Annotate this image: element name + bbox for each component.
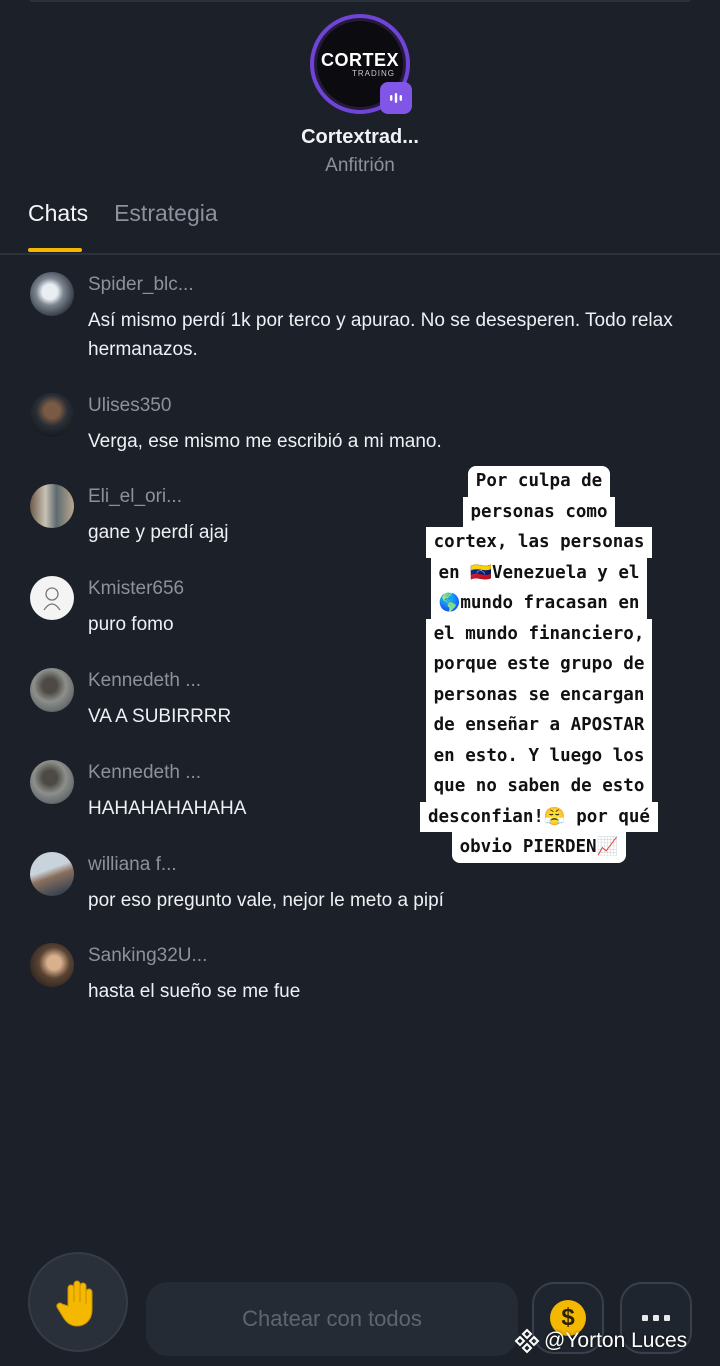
more-icon: [642, 1315, 670, 1321]
overlay-line: en 🇻🇪Venezuela y el: [430, 557, 648, 588]
host-role: Anfitrión: [325, 155, 395, 176]
chat-username[interactable]: williana f...: [88, 854, 177, 876]
host-panel: CORTEX TRADING Cortextrad... Anfitrión: [0, 14, 720, 177]
chat-username[interactable]: Spider_blc...: [88, 274, 194, 296]
overlay-line: porque este grupo de: [425, 649, 653, 680]
chat-text: Así mismo perdí 1k por terco y apurao. N…: [88, 310, 673, 360]
overlay-line: el mundo financiero,: [425, 618, 653, 649]
avatar[interactable]: [30, 393, 74, 437]
chat-username[interactable]: Eli_el_ori...: [88, 486, 182, 508]
chat-text: Verga, ese mismo me escribió a mi mano.: [88, 431, 442, 452]
avatar[interactable]: [30, 272, 74, 316]
host-name[interactable]: Cortextrad...: [0, 126, 720, 149]
overlay-line: cortex, las personas: [425, 527, 653, 558]
tab-chats-label: Chats: [28, 200, 89, 226]
tab-bar: Chats Estrategia: [28, 200, 218, 254]
tab-estrategia-label: Estrategia: [114, 200, 218, 226]
avatar[interactable]: [30, 668, 74, 712]
tab-estrategia[interactable]: Estrategia: [114, 200, 218, 254]
overlay-line: obvio PIERDEN📈: [451, 832, 627, 863]
watermark: @Yorton Luces: [514, 1328, 687, 1354]
chat-input[interactable]: [146, 1282, 518, 1356]
chat-username[interactable]: Kmister656: [88, 578, 184, 600]
chat-username[interactable]: Sanking32U...: [88, 945, 207, 967]
chat-username[interactable]: Kennedeth ...: [88, 670, 201, 692]
raise-hand-button[interactable]: [28, 1252, 128, 1352]
chat-text: por eso pregunto vale, nejor le meto a p…: [88, 890, 444, 911]
overlay-line: de enseñar a APOSTAR: [425, 710, 653, 741]
chat-username[interactable]: Kennedeth ...: [88, 762, 201, 784]
active-tab-indicator: [28, 248, 82, 252]
overlay-line: en esto. Y luego los: [425, 740, 653, 771]
overlay-line: Por culpa de: [467, 466, 611, 497]
watermark-text: @Yorton Luces: [544, 1329, 688, 1352]
top-divider: [30, 0, 690, 2]
story-text-overlay: Por culpa de personas como cortex, las p…: [396, 466, 682, 863]
chat-username[interactable]: Ulises350: [88, 395, 171, 417]
avatar[interactable]: [30, 852, 74, 896]
avatar[interactable]: [30, 760, 74, 804]
tabs-divider: [0, 253, 720, 255]
avatar[interactable]: [30, 943, 74, 987]
overlay-line: que no saben de esto: [425, 771, 653, 802]
host-avatar[interactable]: CORTEX TRADING: [310, 14, 412, 114]
overlay-line: personas como: [462, 496, 616, 527]
overlay-line: personas se encargan: [425, 679, 653, 710]
diamond-logo-icon: [514, 1328, 540, 1354]
overlay-line: desconfian!😤 por qué: [420, 801, 658, 832]
tab-chats[interactable]: Chats: [28, 200, 88, 254]
avatar[interactable]: [30, 576, 74, 620]
speaking-icon: [380, 82, 412, 114]
logo-subtext: TRADING: [352, 68, 395, 78]
overlay-line: 🌎mundo fracasan en: [430, 588, 648, 619]
logo-text: CORTEX: [320, 49, 399, 70]
raised-hand-icon: [56, 1280, 93, 1327]
chat-text: hasta el sueño se me fue: [88, 981, 301, 1002]
avatar[interactable]: [30, 484, 74, 528]
